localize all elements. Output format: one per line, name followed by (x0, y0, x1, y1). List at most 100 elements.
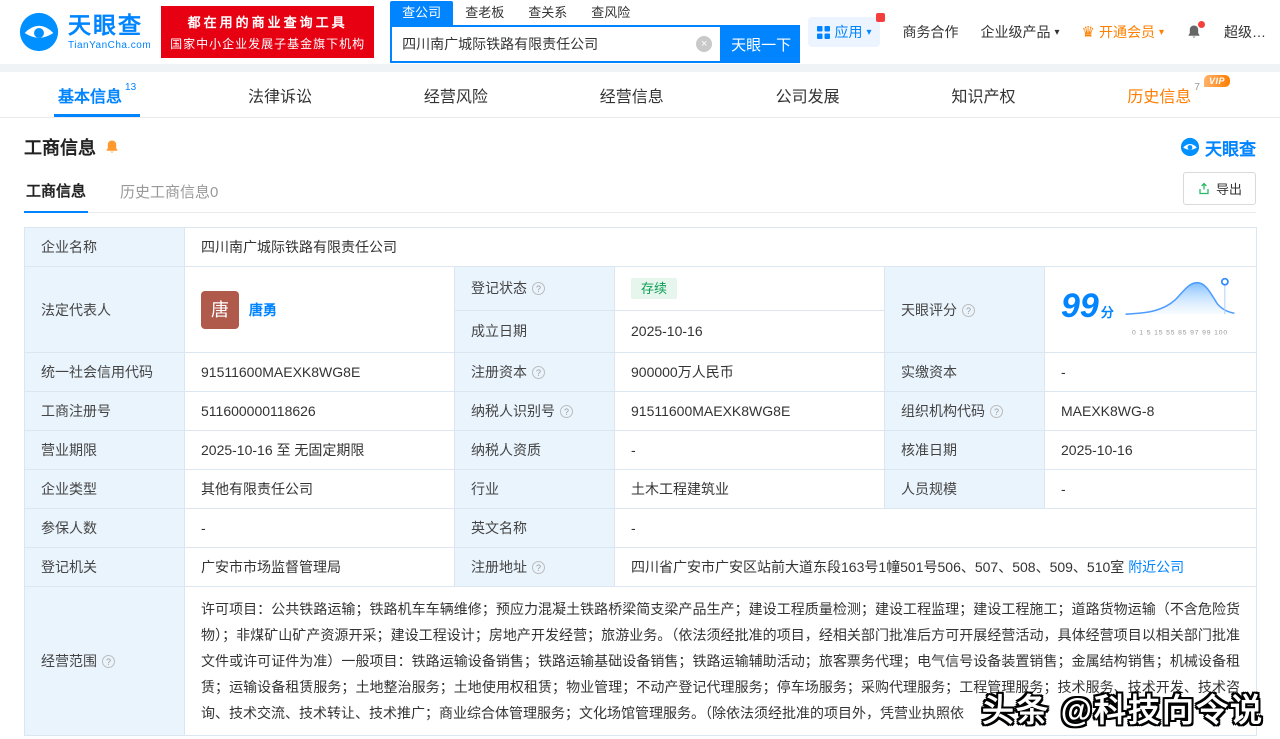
company-name-label: 企业名称 (24, 227, 185, 267)
subtab-history-business-info[interactable]: 历史工商信息0 (118, 173, 220, 212)
notification-dot (1198, 21, 1205, 28)
open-vip-menu[interactable]: ♛ 开通会员 ▾ (1082, 22, 1164, 42)
search-tab-company[interactable]: 查公司 (390, 1, 454, 25)
info-icon[interactable]: ? (102, 655, 115, 668)
info-icon[interactable]: ? (532, 561, 545, 574)
org-code-value: MAEXK8WG-8 (1043, 391, 1258, 431)
taxpayer-quality-value: - (614, 430, 885, 470)
company-type-value: 其他有限责任公司 (184, 469, 455, 509)
tab-operating-info[interactable]: 经营信息 (600, 72, 664, 117)
reg-number-value: 511600000118626 (184, 391, 455, 431)
grid-icon (817, 25, 831, 39)
legal-rep-label: 法定代表人 (24, 266, 185, 353)
watermark: 头条 @科技向令说 (981, 692, 1264, 728)
info-icon[interactable]: ? (560, 405, 573, 418)
info-icon[interactable]: ? (990, 405, 1003, 418)
info-icon[interactable]: ? (532, 366, 545, 379)
enterprise-products-menu[interactable]: 企业级产品 ▾ (980, 22, 1059, 42)
open-vip-label: 开通会员 (1098, 24, 1155, 40)
slogan-line1: 都在用的商业查询工具 (187, 15, 348, 30)
org-code-label-text: 组织机构代码 (901, 403, 985, 419)
score-value: 99 (1061, 287, 1099, 325)
tab-count: 7 (1194, 82, 1200, 93)
tab-label: 公司发展 (775, 88, 840, 106)
score-cell: 99 分 0 1 5 15 55 85 97 99 100 (1043, 266, 1258, 353)
table-row: 统一社会信用代码 91511600MAEXK8WG8E 注册资本? 900000… (24, 352, 1258, 392)
apps-new-badge (876, 13, 886, 22)
monitor-bell-icon[interactable] (104, 139, 120, 155)
reg-capital-value: 900000万人民币 (614, 352, 885, 392)
tab-label: 知识产权 (951, 88, 1016, 106)
export-button[interactable]: 导出 (1182, 172, 1256, 205)
tab-legal-proceedings[interactable]: 法律诉讼 (248, 72, 312, 117)
clear-search-icon[interactable]: × (696, 36, 713, 52)
tab-label: 经营风险 (423, 88, 488, 106)
tab-label: 经营信息 (599, 88, 664, 106)
slogan-banner: 都在用的商业查询工具 国家中小企业发展子基金旗下机构 (161, 6, 375, 58)
insured-count-label: 参保人数 (24, 508, 185, 548)
table-row: 企业类型 其他有限责任公司 行业 土木工程建筑业 人员规模 - (24, 469, 1258, 509)
business-cooperation-label: 商务合作 (902, 24, 959, 40)
logo-domain: TianYanCha.com (68, 39, 152, 51)
tab-company-development[interactable]: 公司发展 (776, 72, 840, 117)
table-row: 企业名称 四川南广城际铁路有限责任公司 (24, 227, 1258, 267)
approval-date-value: 2025-10-16 (1043, 430, 1258, 470)
tianyancha-logo[interactable]: 天眼查 TianYanCha.com (18, 11, 151, 53)
establish-date-label: 成立日期 (454, 309, 615, 354)
vip-badge: VIP (1203, 75, 1230, 87)
business-term-value: 2025-10-16 至 无固定期限 (184, 430, 455, 470)
search-area: 查公司 查老板 查关系 查风险 × 天眼一下 (390, 1, 801, 63)
score-label: 天眼评分? (884, 266, 1045, 353)
tab-history-info[interactable]: 历史信息 7 VIP (1127, 72, 1230, 117)
reg-authority-value: 广安市市场监督管理局 (184, 547, 455, 587)
section-brand-logo: 天眼查 (1180, 135, 1256, 160)
approval-date-label: 核准日期 (884, 430, 1045, 470)
logo-title: 天眼查 (68, 11, 143, 38)
business-info-subtabs: 工商信息 历史工商信息0 导出 (24, 172, 1256, 213)
tab-operating-risk[interactable]: 经营风险 (424, 72, 488, 117)
chevron-down-icon: ▾ (1054, 26, 1060, 38)
search-tabs: 查公司 查老板 查关系 查风险 (390, 1, 800, 25)
search-tab-risk[interactable]: 查风险 (579, 1, 642, 25)
super-vip-link[interactable]: 超级… (1224, 22, 1266, 42)
industry-label: 行业 (454, 469, 615, 509)
business-scope-label-text: 经营范围 (41, 653, 97, 669)
reg-capital-label: 注册资本? (454, 352, 615, 392)
search-button[interactable]: 天眼一下 (722, 25, 801, 63)
business-info-table: 企业名称 四川南广城际铁路有限责任公司 法定代表人 唐 唐勇 登记状态? 存续 (24, 227, 1258, 736)
section-brand-label: 天眼查 (1205, 139, 1256, 159)
apps-label: 应用 (834, 24, 863, 40)
tab-label: 基本信息 (58, 88, 123, 106)
business-scope-label: 经营范围? (24, 586, 185, 736)
top-header: 天眼查 TianYanCha.com 都在用的商业查询工具 国家中小企业发展子基… (0, 0, 1280, 64)
company-nav-tabs: 基本信息 13 法律诉讼 经营风险 经营信息 公司发展 知识产权 历史信息 7 … (0, 72, 1280, 118)
legal-rep-name-link[interactable]: 唐勇 (249, 300, 277, 320)
notifications-bell[interactable] (1186, 21, 1205, 40)
reg-status-label: 登记状态? (454, 266, 615, 311)
tab-label: 历史信息 (1127, 88, 1192, 106)
staff-size-label: 人员规模 (884, 469, 1045, 509)
table-row: 登记机关 广安市市场监督管理局 注册地址? 四川省广安市广安区站前大道东段163… (24, 547, 1258, 587)
tab-basic-info[interactable]: 基本信息 13 (53, 72, 141, 117)
business-cooperation-link[interactable]: 商务合作 (902, 22, 958, 42)
apps-menu[interactable]: 应用 ▾ (808, 13, 886, 47)
search-tab-boss[interactable]: 查老板 (453, 1, 516, 25)
search-input[interactable] (402, 36, 697, 52)
table-row: 法定代表人 唐 唐勇 登记状态? 存续 天眼评分? 99 分 0 1 5 15 … (24, 266, 1258, 353)
table-row: 工商注册号 511600000118626 纳税人识别号? 91511600MA… (24, 391, 1258, 431)
section-title: 工商信息 (24, 138, 96, 158)
crown-icon: ♛ (1081, 24, 1095, 41)
nearby-companies-link[interactable]: 附近公司 (1128, 559, 1184, 575)
taxpayer-id-label: 纳税人识别号? (454, 391, 615, 431)
tab-intellectual-property[interactable]: 知识产权 (952, 72, 1016, 117)
reg-address-value: 四川省广安市广安区站前大道东段163号1幢501号506、507、508、509… (631, 559, 1125, 575)
info-icon[interactable]: ? (532, 282, 545, 296)
tab-count: 13 (125, 82, 137, 93)
industry-value: 土木工程建筑业 (614, 469, 885, 509)
search-tab-relation[interactable]: 查关系 (516, 1, 579, 25)
score-label-text: 天眼评分 (901, 301, 957, 318)
paid-capital-label: 实缴资本 (884, 352, 1045, 392)
legal-rep-avatar[interactable]: 唐 (201, 290, 239, 329)
subtab-business-info[interactable]: 工商信息 (24, 172, 89, 213)
info-icon[interactable]: ? (962, 303, 975, 317)
